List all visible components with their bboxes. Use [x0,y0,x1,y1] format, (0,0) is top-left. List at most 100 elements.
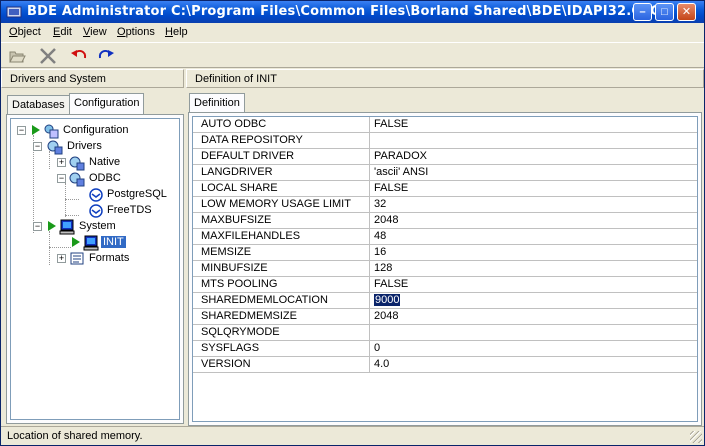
parameter-value[interactable]: 9000 [374,294,401,306]
parameter-name: MTS POOLING [201,278,278,290]
menu-options-accel: O [117,26,126,38]
redo-icon[interactable] [96,46,116,66]
menu-object[interactable]: Object [9,26,41,38]
definition-row[interactable]: VERSION 4.0 [193,357,697,373]
close-button[interactable]: ✕ [677,3,696,21]
expand-icon[interactable]: + [57,158,66,167]
tree-node-configuration[interactable]: − Configuration [11,123,179,139]
right-pane-header: Definition of INIT [186,69,704,88]
menu-help-rest: elp [172,26,188,38]
menu-options[interactable]: Options [117,26,155,38]
parameter-name: MAXFILEHANDLES [201,230,301,242]
collapse-icon[interactable]: − [33,222,42,231]
collapse-icon[interactable]: − [33,142,42,151]
definition-row[interactable]: MAXFILEHANDLES 48 [193,229,697,245]
computer-icon [59,219,75,235]
parameter-name: MINBUFSIZE [201,262,268,274]
tree-node-postgresql[interactable]: PostgreSQL [11,187,179,203]
tree-node-init[interactable]: INIT [11,235,179,251]
tree-node-drivers[interactable]: − Drivers [11,139,179,155]
parameter-value[interactable]: FALSE [374,182,408,194]
definition-row[interactable]: LOW MEMORY USAGE LIMIT 32 [193,197,697,213]
definition-row[interactable]: MEMSIZE 16 [193,245,697,261]
parameter-value[interactable]: PARADOX [374,150,427,162]
definition-row[interactable]: MAXBUFSIZE 2048 [193,213,697,229]
tree-node-label: Drivers [67,140,102,152]
parameter-value[interactable]: 48 [374,230,386,242]
tree-node-freetds[interactable]: FreeTDS [11,203,179,219]
minimize-button[interactable]: – [633,3,652,21]
tab-databases[interactable]: Databases [7,95,70,114]
menu-edit[interactable]: Edit [53,26,72,38]
parameter-value[interactable]: 128 [374,262,392,274]
definition-row[interactable]: LANGDRIVER 'ascii' ANSI [193,165,697,181]
definition-row[interactable]: MINBUFSIZE 128 [193,261,697,277]
tree-node-system[interactable]: − System [11,219,179,235]
tree-node-label: FreeTDS [107,204,152,216]
definition-row[interactable]: AUTO ODBC FALSE [193,117,697,133]
maximize-button[interactable]: □ [655,3,674,21]
parameter-value[interactable]: FALSE [374,118,408,130]
status-text: Location of shared memory. [7,430,143,442]
tree-node-native[interactable]: + Native [11,155,179,171]
tree-node-label: INIT [101,236,126,248]
parameter-value[interactable]: 32 [374,198,386,210]
open-folder-icon[interactable] [7,46,27,66]
parameter-name: VERSION [201,358,251,370]
left-pane-header: Drivers and System [1,69,184,88]
menu-view[interactable]: View [83,26,107,38]
parameter-name: SHAREDMEMLOCATION [201,294,328,306]
parameter-value[interactable]: 16 [374,246,386,258]
odbc-driver-icon [89,188,103,202]
active-arrow-icon [48,221,56,231]
parameter-value[interactable]: FALSE [374,278,408,290]
menu-view-rest: iew [90,26,107,38]
window-title: BDE Administrator C:\Program Files\Commo… [27,4,662,19]
parameter-value[interactable]: 'ascii' ANSI [374,166,428,178]
tree-node-formats[interactable]: + Formats [11,251,179,267]
definition-row[interactable]: MTS POOLING FALSE [193,277,697,293]
tree-node-odbc[interactable]: − ODBC [11,171,179,187]
expand-icon[interactable]: + [57,254,66,263]
formats-icon [70,252,84,265]
definition-row[interactable]: SHAREDMEMSIZE 2048 [193,309,697,325]
definition-row[interactable]: SHAREDMEMLOCATION 9000 [193,293,697,309]
menu-edit-rest: dit [60,26,72,38]
collapse-icon[interactable]: − [17,126,26,135]
bde-administrator-window: BDE Administrator C:\Program Files\Commo… [0,0,705,446]
definition-row[interactable]: SYSFLAGS 0 [193,341,697,357]
tree-node-label: Formats [89,252,130,264]
parameter-name: LOW MEMORY USAGE LIMIT [201,198,351,210]
tree-node-label: PostgreSQL [107,188,167,200]
menu-help-accel: H [165,26,173,38]
menu-options-rest: ptions [125,26,155,38]
tab-definition[interactable]: Definition [189,93,245,114]
definition-row[interactable]: SQLQRYMODE [193,325,697,341]
collapse-icon[interactable]: − [57,174,66,183]
definition-grid[interactable]: AUTO ODBC FALSE DATA REPOSITORY DEFAULT DRI… [192,116,698,422]
delete-icon[interactable] [38,46,58,66]
definition-row[interactable]: DATA REPOSITORY [193,133,697,149]
drivers-icon [69,156,85,171]
parameter-name: SYSFLAGS [201,342,260,354]
parameter-value[interactable]: 2048 [374,310,398,322]
tab-configuration[interactable]: Configuration [69,93,145,114]
parameter-name: MAXBUFSIZE [201,214,272,226]
parameter-value[interactable]: 4.0 [374,358,389,370]
menu-help[interactable]: Help [165,26,188,38]
active-arrow-icon [32,125,40,135]
parameter-value[interactable]: 2048 [374,214,398,226]
parameter-value[interactable]: 0 [374,342,380,354]
menu-bar: Object Edit View Options Help [1,23,704,42]
resize-grip-icon[interactable] [690,431,702,443]
toolbar [1,42,704,68]
definition-row[interactable]: LOCAL SHARE FALSE [193,181,697,197]
parameter-name: LOCAL SHARE [201,182,278,194]
parameter-name: DEFAULT DRIVER [201,150,295,162]
undo-icon[interactable] [69,46,89,66]
definition-row[interactable]: DEFAULT DRIVER PARADOX [193,149,697,165]
config-tree[interactable]: − Configuration − Drivers + Native − ODB… [10,118,180,420]
title-bar[interactable]: BDE Administrator C:\Program Files\Commo… [1,1,704,23]
tree-node-label: Configuration [63,124,129,136]
parameter-name: LANGDRIVER [201,166,273,178]
